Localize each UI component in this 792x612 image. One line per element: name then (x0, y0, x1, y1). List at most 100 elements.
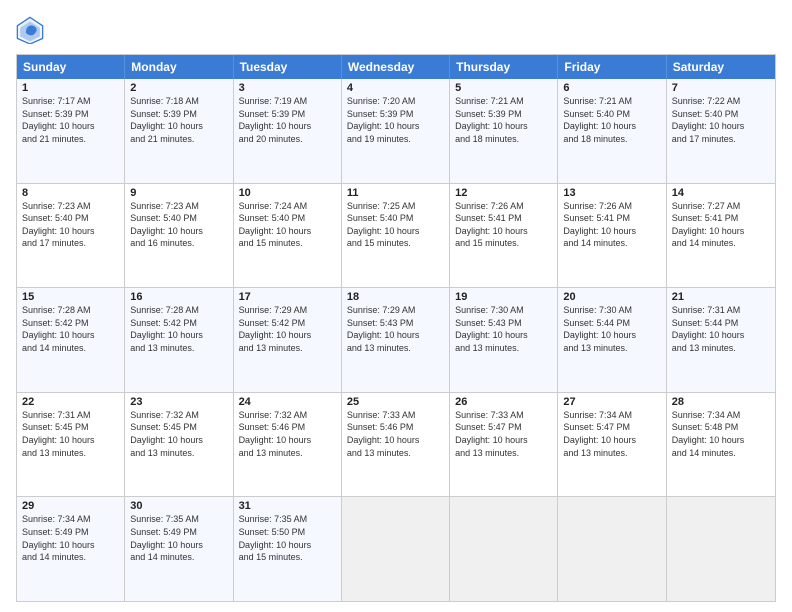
day-info: Sunrise: 7:17 AM Sunset: 5:39 PM Dayligh… (22, 95, 119, 145)
day-cell-2: 2Sunrise: 7:18 AM Sunset: 5:39 PM Daylig… (125, 79, 233, 183)
weekday-header-sunday: Sunday (17, 55, 125, 79)
day-cell-20: 20Sunrise: 7:30 AM Sunset: 5:44 PM Dayli… (558, 288, 666, 392)
day-cell-16: 16Sunrise: 7:28 AM Sunset: 5:42 PM Dayli… (125, 288, 233, 392)
day-info: Sunrise: 7:28 AM Sunset: 5:42 PM Dayligh… (130, 304, 227, 354)
day-number: 17 (239, 291, 336, 303)
day-info: Sunrise: 7:20 AM Sunset: 5:39 PM Dayligh… (347, 95, 444, 145)
logo (16, 16, 48, 44)
day-info: Sunrise: 7:21 AM Sunset: 5:40 PM Dayligh… (563, 95, 660, 145)
day-number: 24 (239, 396, 336, 408)
day-cell-11: 11Sunrise: 7:25 AM Sunset: 5:40 PM Dayli… (342, 184, 450, 288)
day-cell-4: 4Sunrise: 7:20 AM Sunset: 5:39 PM Daylig… (342, 79, 450, 183)
day-number: 31 (239, 500, 336, 512)
page: SundayMondayTuesdayWednesdayThursdayFrid… (0, 0, 792, 612)
day-number: 2 (130, 82, 227, 94)
day-info: Sunrise: 7:31 AM Sunset: 5:44 PM Dayligh… (672, 304, 770, 354)
calendar-row-3: 15Sunrise: 7:28 AM Sunset: 5:42 PM Dayli… (17, 287, 775, 392)
day-info: Sunrise: 7:30 AM Sunset: 5:43 PM Dayligh… (455, 304, 552, 354)
day-info: Sunrise: 7:30 AM Sunset: 5:44 PM Dayligh… (563, 304, 660, 354)
day-cell-26: 26Sunrise: 7:33 AM Sunset: 5:47 PM Dayli… (450, 393, 558, 497)
logo-icon (16, 16, 44, 44)
calendar-row-2: 8Sunrise: 7:23 AM Sunset: 5:40 PM Daylig… (17, 183, 775, 288)
day-number: 20 (563, 291, 660, 303)
weekday-header-wednesday: Wednesday (342, 55, 450, 79)
day-info: Sunrise: 7:32 AM Sunset: 5:45 PM Dayligh… (130, 409, 227, 459)
day-number: 28 (672, 396, 770, 408)
day-cell-6: 6Sunrise: 7:21 AM Sunset: 5:40 PM Daylig… (558, 79, 666, 183)
calendar-row-4: 22Sunrise: 7:31 AM Sunset: 5:45 PM Dayli… (17, 392, 775, 497)
day-number: 11 (347, 187, 444, 199)
day-info: Sunrise: 7:34 AM Sunset: 5:49 PM Dayligh… (22, 513, 119, 563)
empty-cell (342, 497, 450, 601)
day-number: 3 (239, 82, 336, 94)
day-info: Sunrise: 7:35 AM Sunset: 5:50 PM Dayligh… (239, 513, 336, 563)
day-number: 1 (22, 82, 119, 94)
day-number: 16 (130, 291, 227, 303)
day-number: 27 (563, 396, 660, 408)
day-info: Sunrise: 7:33 AM Sunset: 5:46 PM Dayligh… (347, 409, 444, 459)
day-cell-15: 15Sunrise: 7:28 AM Sunset: 5:42 PM Dayli… (17, 288, 125, 392)
day-number: 5 (455, 82, 552, 94)
day-info: Sunrise: 7:28 AM Sunset: 5:42 PM Dayligh… (22, 304, 119, 354)
day-info: Sunrise: 7:21 AM Sunset: 5:39 PM Dayligh… (455, 95, 552, 145)
day-cell-1: 1Sunrise: 7:17 AM Sunset: 5:39 PM Daylig… (17, 79, 125, 183)
weekday-header-saturday: Saturday (667, 55, 775, 79)
weekday-header-tuesday: Tuesday (234, 55, 342, 79)
day-cell-25: 25Sunrise: 7:33 AM Sunset: 5:46 PM Dayli… (342, 393, 450, 497)
day-info: Sunrise: 7:19 AM Sunset: 5:39 PM Dayligh… (239, 95, 336, 145)
day-info: Sunrise: 7:32 AM Sunset: 5:46 PM Dayligh… (239, 409, 336, 459)
weekday-header-thursday: Thursday (450, 55, 558, 79)
day-cell-21: 21Sunrise: 7:31 AM Sunset: 5:44 PM Dayli… (667, 288, 775, 392)
day-cell-17: 17Sunrise: 7:29 AM Sunset: 5:42 PM Dayli… (234, 288, 342, 392)
day-cell-30: 30Sunrise: 7:35 AM Sunset: 5:49 PM Dayli… (125, 497, 233, 601)
calendar-row-5: 29Sunrise: 7:34 AM Sunset: 5:49 PM Dayli… (17, 496, 775, 601)
day-number: 30 (130, 500, 227, 512)
day-cell-29: 29Sunrise: 7:34 AM Sunset: 5:49 PM Dayli… (17, 497, 125, 601)
day-number: 9 (130, 187, 227, 199)
day-number: 4 (347, 82, 444, 94)
day-info: Sunrise: 7:29 AM Sunset: 5:43 PM Dayligh… (347, 304, 444, 354)
day-cell-24: 24Sunrise: 7:32 AM Sunset: 5:46 PM Dayli… (234, 393, 342, 497)
day-number: 21 (672, 291, 770, 303)
day-info: Sunrise: 7:22 AM Sunset: 5:40 PM Dayligh… (672, 95, 770, 145)
day-number: 23 (130, 396, 227, 408)
day-cell-13: 13Sunrise: 7:26 AM Sunset: 5:41 PM Dayli… (558, 184, 666, 288)
empty-cell (450, 497, 558, 601)
day-number: 18 (347, 291, 444, 303)
day-info: Sunrise: 7:25 AM Sunset: 5:40 PM Dayligh… (347, 200, 444, 250)
day-number: 12 (455, 187, 552, 199)
weekday-header-monday: Monday (125, 55, 233, 79)
day-info: Sunrise: 7:23 AM Sunset: 5:40 PM Dayligh… (130, 200, 227, 250)
day-info: Sunrise: 7:27 AM Sunset: 5:41 PM Dayligh… (672, 200, 770, 250)
day-number: 19 (455, 291, 552, 303)
day-info: Sunrise: 7:18 AM Sunset: 5:39 PM Dayligh… (130, 95, 227, 145)
day-info: Sunrise: 7:26 AM Sunset: 5:41 PM Dayligh… (455, 200, 552, 250)
day-info: Sunrise: 7:33 AM Sunset: 5:47 PM Dayligh… (455, 409, 552, 459)
day-info: Sunrise: 7:35 AM Sunset: 5:49 PM Dayligh… (130, 513, 227, 563)
day-cell-18: 18Sunrise: 7:29 AM Sunset: 5:43 PM Dayli… (342, 288, 450, 392)
day-cell-28: 28Sunrise: 7:34 AM Sunset: 5:48 PM Dayli… (667, 393, 775, 497)
day-cell-23: 23Sunrise: 7:32 AM Sunset: 5:45 PM Dayli… (125, 393, 233, 497)
day-number: 7 (672, 82, 770, 94)
empty-cell (558, 497, 666, 601)
calendar-body: 1Sunrise: 7:17 AM Sunset: 5:39 PM Daylig… (17, 79, 775, 601)
day-cell-8: 8Sunrise: 7:23 AM Sunset: 5:40 PM Daylig… (17, 184, 125, 288)
day-cell-14: 14Sunrise: 7:27 AM Sunset: 5:41 PM Dayli… (667, 184, 775, 288)
day-cell-31: 31Sunrise: 7:35 AM Sunset: 5:50 PM Dayli… (234, 497, 342, 601)
day-number: 6 (563, 82, 660, 94)
calendar-row-1: 1Sunrise: 7:17 AM Sunset: 5:39 PM Daylig… (17, 79, 775, 183)
day-info: Sunrise: 7:34 AM Sunset: 5:48 PM Dayligh… (672, 409, 770, 459)
day-cell-5: 5Sunrise: 7:21 AM Sunset: 5:39 PM Daylig… (450, 79, 558, 183)
day-info: Sunrise: 7:23 AM Sunset: 5:40 PM Dayligh… (22, 200, 119, 250)
day-cell-27: 27Sunrise: 7:34 AM Sunset: 5:47 PM Dayli… (558, 393, 666, 497)
day-number: 10 (239, 187, 336, 199)
day-cell-9: 9Sunrise: 7:23 AM Sunset: 5:40 PM Daylig… (125, 184, 233, 288)
day-info: Sunrise: 7:26 AM Sunset: 5:41 PM Dayligh… (563, 200, 660, 250)
day-number: 13 (563, 187, 660, 199)
day-number: 15 (22, 291, 119, 303)
weekday-header-friday: Friday (558, 55, 666, 79)
calendar: SundayMondayTuesdayWednesdayThursdayFrid… (16, 54, 776, 602)
day-number: 8 (22, 187, 119, 199)
day-cell-3: 3Sunrise: 7:19 AM Sunset: 5:39 PM Daylig… (234, 79, 342, 183)
empty-cell (667, 497, 775, 601)
